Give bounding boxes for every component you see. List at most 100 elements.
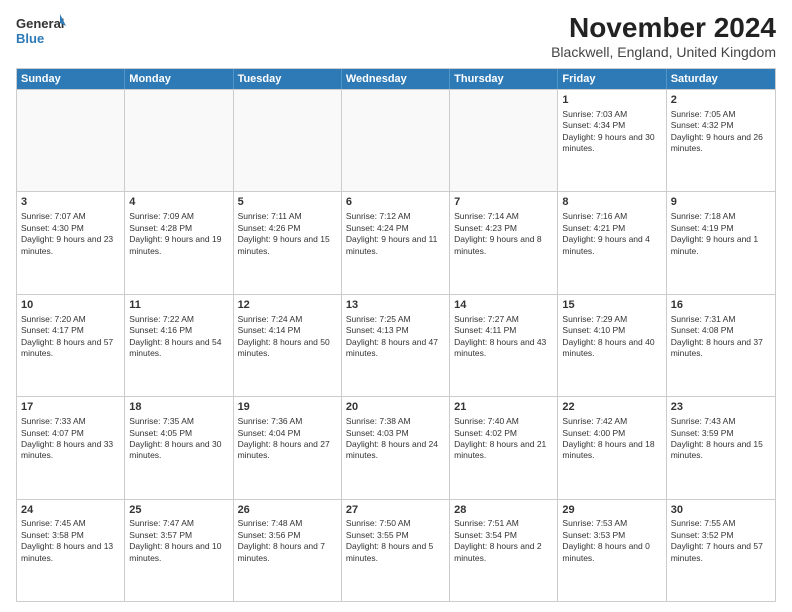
day-info: Sunrise: 7:16 AM (562, 211, 661, 222)
main-title: November 2024 (551, 12, 776, 44)
day-info: Sunset: 4:04 PM (238, 428, 337, 439)
day-info: Sunset: 4:19 PM (671, 223, 771, 234)
day-info: Daylight: 8 hours and 43 minutes. (454, 337, 553, 360)
cal-cell: 30Sunrise: 7:55 AMSunset: 3:52 PMDayligh… (667, 500, 775, 601)
calendar: SundayMondayTuesdayWednesdayThursdayFrid… (16, 68, 776, 602)
day-number: 11 (129, 298, 228, 313)
day-number: 24 (21, 503, 120, 518)
cal-cell: 1Sunrise: 7:03 AMSunset: 4:34 PMDaylight… (558, 90, 666, 191)
cal-cell: 27Sunrise: 7:50 AMSunset: 3:55 PMDayligh… (342, 500, 450, 601)
day-info: Sunrise: 7:25 AM (346, 314, 445, 325)
day-info: Sunset: 4:07 PM (21, 428, 120, 439)
subtitle: Blackwell, England, United Kingdom (551, 44, 776, 60)
cal-cell: 23Sunrise: 7:43 AMSunset: 3:59 PMDayligh… (667, 397, 775, 498)
day-number: 2 (671, 93, 771, 108)
day-info: Daylight: 8 hours and 54 minutes. (129, 337, 228, 360)
day-info: Sunrise: 7:47 AM (129, 518, 228, 529)
day-info: Daylight: 8 hours and 18 minutes. (562, 439, 661, 462)
day-info: Sunset: 3:54 PM (454, 530, 553, 541)
cal-cell (17, 90, 125, 191)
day-number: 4 (129, 195, 228, 210)
day-number: 20 (346, 400, 445, 415)
calendar-body: 1Sunrise: 7:03 AMSunset: 4:34 PMDaylight… (17, 89, 775, 601)
day-number: 25 (129, 503, 228, 518)
day-info: Daylight: 8 hours and 0 minutes. (562, 541, 661, 564)
day-info: Sunrise: 7:31 AM (671, 314, 771, 325)
day-number: 15 (562, 298, 661, 313)
day-info: Daylight: 8 hours and 10 minutes. (129, 541, 228, 564)
col-header-sunday: Sunday (17, 69, 125, 89)
day-info: Sunset: 3:56 PM (238, 530, 337, 541)
day-number: 6 (346, 195, 445, 210)
day-info: Sunrise: 7:50 AM (346, 518, 445, 529)
day-info: Daylight: 7 hours and 57 minutes. (671, 541, 771, 564)
cal-cell: 2Sunrise: 7:05 AMSunset: 4:32 PMDaylight… (667, 90, 775, 191)
day-number: 27 (346, 503, 445, 518)
cal-cell: 14Sunrise: 7:27 AMSunset: 4:11 PMDayligh… (450, 295, 558, 396)
day-info: Sunset: 4:00 PM (562, 428, 661, 439)
day-info: Sunset: 4:30 PM (21, 223, 120, 234)
cal-cell (450, 90, 558, 191)
cal-cell: 9Sunrise: 7:18 AMSunset: 4:19 PMDaylight… (667, 192, 775, 293)
col-header-thursday: Thursday (450, 69, 558, 89)
cal-cell: 7Sunrise: 7:14 AMSunset: 4:23 PMDaylight… (450, 192, 558, 293)
day-info: Sunset: 4:34 PM (562, 120, 661, 131)
day-number: 10 (21, 298, 120, 313)
cal-cell: 6Sunrise: 7:12 AMSunset: 4:24 PMDaylight… (342, 192, 450, 293)
day-info: Sunrise: 7:45 AM (21, 518, 120, 529)
cal-cell: 18Sunrise: 7:35 AMSunset: 4:05 PMDayligh… (125, 397, 233, 498)
day-info: Sunrise: 7:38 AM (346, 416, 445, 427)
day-info: Sunrise: 7:05 AM (671, 109, 771, 120)
day-info: Daylight: 8 hours and 13 minutes. (21, 541, 120, 564)
day-info: Sunrise: 7:22 AM (129, 314, 228, 325)
cal-cell: 4Sunrise: 7:09 AMSunset: 4:28 PMDaylight… (125, 192, 233, 293)
day-info: Sunset: 4:28 PM (129, 223, 228, 234)
day-number: 5 (238, 195, 337, 210)
day-info: Daylight: 8 hours and 33 minutes. (21, 439, 120, 462)
day-info: Daylight: 8 hours and 21 minutes. (454, 439, 553, 462)
day-info: Sunset: 4:13 PM (346, 325, 445, 336)
cal-cell (234, 90, 342, 191)
day-info: Daylight: 9 hours and 30 minutes. (562, 132, 661, 155)
page: General Blue November 2024 Blackwell, En… (0, 0, 792, 612)
day-info: Sunset: 4:05 PM (129, 428, 228, 439)
day-info: Daylight: 8 hours and 37 minutes. (671, 337, 771, 360)
cal-cell: 16Sunrise: 7:31 AMSunset: 4:08 PMDayligh… (667, 295, 775, 396)
day-info: Sunrise: 7:09 AM (129, 211, 228, 222)
day-number: 28 (454, 503, 553, 518)
day-info: Daylight: 9 hours and 26 minutes. (671, 132, 771, 155)
day-number: 17 (21, 400, 120, 415)
col-header-wednesday: Wednesday (342, 69, 450, 89)
day-info: Daylight: 8 hours and 27 minutes. (238, 439, 337, 462)
day-number: 23 (671, 400, 771, 415)
logo-svg: General Blue (16, 12, 66, 50)
day-number: 19 (238, 400, 337, 415)
day-info: Sunrise: 7:27 AM (454, 314, 553, 325)
day-info: Sunrise: 7:18 AM (671, 211, 771, 222)
day-info: Sunset: 4:26 PM (238, 223, 337, 234)
day-info: Daylight: 8 hours and 47 minutes. (346, 337, 445, 360)
day-info: Sunrise: 7:48 AM (238, 518, 337, 529)
cal-cell: 5Sunrise: 7:11 AMSunset: 4:26 PMDaylight… (234, 192, 342, 293)
day-number: 29 (562, 503, 661, 518)
day-info: Sunrise: 7:35 AM (129, 416, 228, 427)
day-info: Sunrise: 7:55 AM (671, 518, 771, 529)
day-info: Sunset: 3:53 PM (562, 530, 661, 541)
day-info: Daylight: 8 hours and 50 minutes. (238, 337, 337, 360)
cal-row-3: 17Sunrise: 7:33 AMSunset: 4:07 PMDayligh… (17, 396, 775, 498)
day-info: Sunset: 4:10 PM (562, 325, 661, 336)
day-info: Daylight: 8 hours and 2 minutes. (454, 541, 553, 564)
cal-row-0: 1Sunrise: 7:03 AMSunset: 4:34 PMDaylight… (17, 89, 775, 191)
day-number: 16 (671, 298, 771, 313)
day-info: Sunrise: 7:07 AM (21, 211, 120, 222)
day-info: Daylight: 9 hours and 8 minutes. (454, 234, 553, 257)
day-info: Sunset: 4:16 PM (129, 325, 228, 336)
cal-cell (342, 90, 450, 191)
day-info: Daylight: 8 hours and 5 minutes. (346, 541, 445, 564)
day-number: 26 (238, 503, 337, 518)
svg-text:Blue: Blue (16, 31, 44, 46)
day-info: Sunset: 4:17 PM (21, 325, 120, 336)
day-number: 21 (454, 400, 553, 415)
day-info: Sunset: 3:58 PM (21, 530, 120, 541)
day-info: Daylight: 9 hours and 19 minutes. (129, 234, 228, 257)
